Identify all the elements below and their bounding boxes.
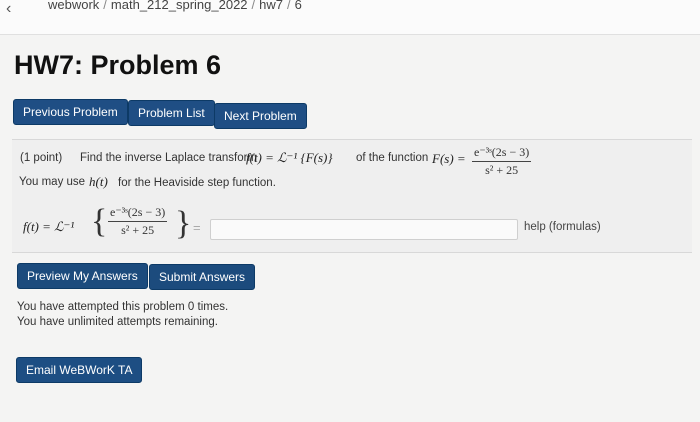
heaviside-text-pre: You may use [19,176,86,188]
inverse-laplace-expression: f(t) = ℒ⁻¹ {F(s)} [246,150,333,165]
Fs-lhs: F(s) = [432,151,466,166]
next-problem-button[interactable]: Next Problem [214,103,307,129]
breadcrumb-separator: / [103,0,107,12]
equals-sign: = [193,220,201,235]
of-function-text: of the function [356,152,429,164]
answer-fraction: e⁻³ˢ(2s − 3) s² + 25 [108,205,168,238]
answer-denominator: s² + 25 [121,223,155,237]
email-ta-button[interactable]: Email WeBWorK TA [16,357,143,383]
page-title: HW7: Problem 6 [14,50,222,80]
attempts-remaining: You have unlimited attempts remaining. [17,316,218,328]
top-bar: ‹ webwork / math_212_spring_2022/hw7/6 [0,0,700,35]
brace-close: } [175,205,192,242]
breadcrumb: webwork / math_212_spring_2022/hw7/6 [48,0,302,12]
breadcrumb-separator: / [251,0,256,12]
previous-problem-button[interactable]: Previous Problem [13,99,128,125]
breadcrumb-set[interactable]: hw7 [259,0,283,12]
answer-numerator: e⁻³ˢ(2s − 3) [110,205,166,219]
heaviside-symbol: h(t) [89,174,108,189]
Fs-denominator: s² + 25 [485,163,519,177]
breadcrumb-course[interactable]: math_212_spring_2022 [111,0,248,12]
Fs-fraction: e⁻³ˢ(2s − 3) s² + 25 [472,145,532,178]
help-formulas-link[interactable]: help (formulas) [524,221,601,233]
problem-statement: Find the inverse Laplace transform [80,152,258,164]
answer-lhs: f(t) = ℒ⁻¹ [23,219,75,234]
heaviside-text-post: for the Heaviside step function. [118,177,276,189]
Fs-numerator: e⁻³ˢ(2s − 3) [474,145,530,159]
breadcrumb-problem: 6 [294,0,302,12]
breadcrumb-separator: / [287,0,291,12]
attempts-status: You have attempted this problem 0 times. [17,301,229,313]
answer-input[interactable] [210,219,518,240]
brace-open: { [91,203,108,240]
preview-answers-button[interactable]: Preview My Answers [17,263,148,289]
submit-answers-button[interactable]: Submit Answers [149,264,256,290]
problem-points: (1 point) [20,152,63,164]
breadcrumb-webwork[interactable]: webwork [48,0,99,12]
fraction-bar [472,161,532,162]
back-chevron-icon[interactable]: ‹ [6,0,11,18]
problem-list-button[interactable]: Problem List [128,100,215,126]
fraction-bar [108,221,168,222]
